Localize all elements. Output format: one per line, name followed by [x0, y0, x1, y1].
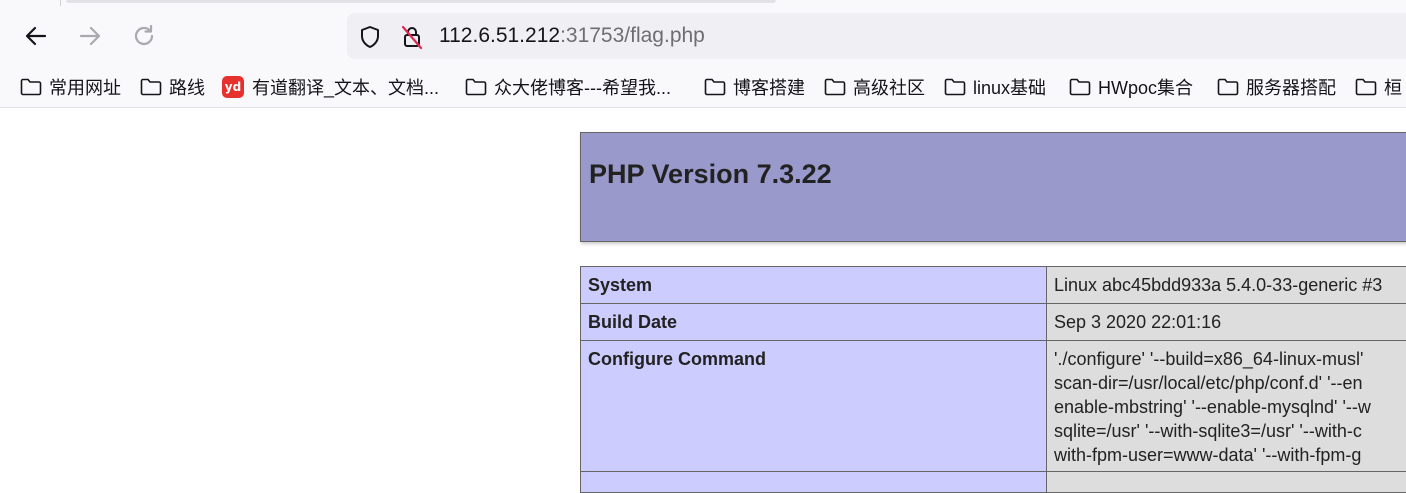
back-button[interactable] [20, 20, 52, 52]
table-row: Build Date Sep 3 2020 22:01:16 [581, 304, 1406, 341]
bookmark-folder-hwpoc[interactable]: HWpoc集合 [1069, 68, 1193, 106]
configure-line: with-fpm-user=www-data' '--with-fpm-g [1054, 443, 1406, 467]
row-key: Configure Command [581, 341, 1047, 472]
php-version-header: PHP Version 7.3.22 [580, 132, 1406, 242]
bookmark-folder-server-setup[interactable]: 服务器搭配 [1217, 68, 1336, 106]
bookmark-label: 有道翻译_文本、文档... [252, 74, 439, 100]
bookmark-folder-blogs[interactable]: 众大佬博客---希望我... [465, 68, 671, 106]
table-row: System Linux abc45bdd933a 5.4.0-33-gener… [581, 267, 1406, 304]
table-row: Configure Command './configure' '--build… [581, 341, 1406, 472]
tab-divider [60, 0, 61, 6]
forward-arrow-icon [77, 23, 103, 49]
bookmark-label: HWpoc集合 [1098, 74, 1193, 100]
insecure-lock-icon[interactable] [399, 24, 425, 50]
bookmark-folder-truncated[interactable]: 桓 [1355, 68, 1402, 106]
bookmark-folder-route[interactable]: 路线 [140, 68, 205, 106]
bookmark-label: 博客搭建 [733, 74, 805, 100]
configure-line: './configure' '--build=x86_64-linux-musl… [1054, 347, 1406, 371]
folder-icon [824, 78, 846, 96]
row-value: './configure' '--build=x86_64-linux-musl… [1047, 341, 1406, 472]
bookmark-folder-advanced-community[interactable]: 高级社区 [824, 68, 925, 106]
url-text[interactable]: 112.6.51.212:31753/flag.php [439, 22, 705, 50]
page-title: PHP Version 7.3.22 [589, 159, 832, 190]
bookmark-label: 众大佬博客---希望我... [494, 74, 671, 100]
url-host: 112.6.51.212 [439, 24, 560, 47]
forward-button[interactable] [74, 20, 106, 52]
bookmark-folder-linux-basics[interactable]: linux基础 [944, 68, 1046, 106]
folder-icon [1355, 78, 1377, 96]
system-value: Linux abc45bdd933a 5.4.0-33-generic #3 [1054, 273, 1406, 297]
folder-icon [1217, 78, 1239, 96]
bookmark-label: 服务器搭配 [1246, 74, 1336, 100]
bookmark-label: 高级社区 [853, 74, 925, 100]
active-tab-edge[interactable] [66, 0, 776, 3]
reload-icon [131, 23, 157, 49]
row-key [581, 472, 1047, 493]
folder-icon [944, 78, 966, 96]
table-row [581, 472, 1406, 493]
folder-icon [704, 78, 726, 96]
row-key: Build Date [581, 304, 1047, 341]
shield-icon[interactable] [357, 24, 383, 50]
folder-icon [20, 78, 42, 96]
bookmark-label: 路线 [169, 74, 205, 100]
back-arrow-icon [23, 23, 49, 49]
youdao-logo-icon: yd [222, 76, 244, 98]
bookmark-label: linux基础 [973, 74, 1046, 100]
row-value [1047, 472, 1406, 493]
folder-icon [465, 78, 487, 96]
bookmark-folder-common-sites[interactable]: 常用网址 [20, 68, 121, 106]
folder-icon [140, 78, 162, 96]
row-value: Linux abc45bdd933a 5.4.0-33-generic #3 [1047, 267, 1406, 304]
bookmark-folder-blog-setup[interactable]: 博客搭建 [704, 68, 805, 106]
bookmark-label: 常用网址 [49, 74, 121, 100]
bookmarks-toolbar: 常用网址 路线 yd 有道翻译_文本、文档... 众大佬博客---希望我... … [0, 68, 1406, 106]
row-value: Sep 3 2020 22:01:16 [1047, 304, 1406, 341]
row-key: System [581, 267, 1047, 304]
url-path: :31753/flag.php [560, 24, 705, 47]
configure-line: scan-dir=/usr/local/etc/php/conf.d' '--e… [1054, 371, 1406, 395]
configure-line: sqlite=/usr' '--with-sqlite3=/usr' '--wi… [1054, 419, 1406, 443]
toolbar-divider [0, 107, 1406, 108]
folder-icon [1069, 78, 1091, 96]
browser-toolbar: 112.6.51.212:31753/flag.php 常用网址 路线 yd 有… [0, 0, 1406, 107]
bookmark-youdao-translate[interactable]: yd 有道翻译_文本、文档... [222, 68, 439, 106]
reload-button[interactable] [128, 20, 160, 52]
phpinfo-table: System Linux abc45bdd933a 5.4.0-33-gener… [580, 266, 1406, 493]
bookmark-label: 桓 [1384, 74, 1402, 100]
configure-line: enable-mbstring' '--enable-mysqlnd' '--w [1054, 395, 1406, 419]
